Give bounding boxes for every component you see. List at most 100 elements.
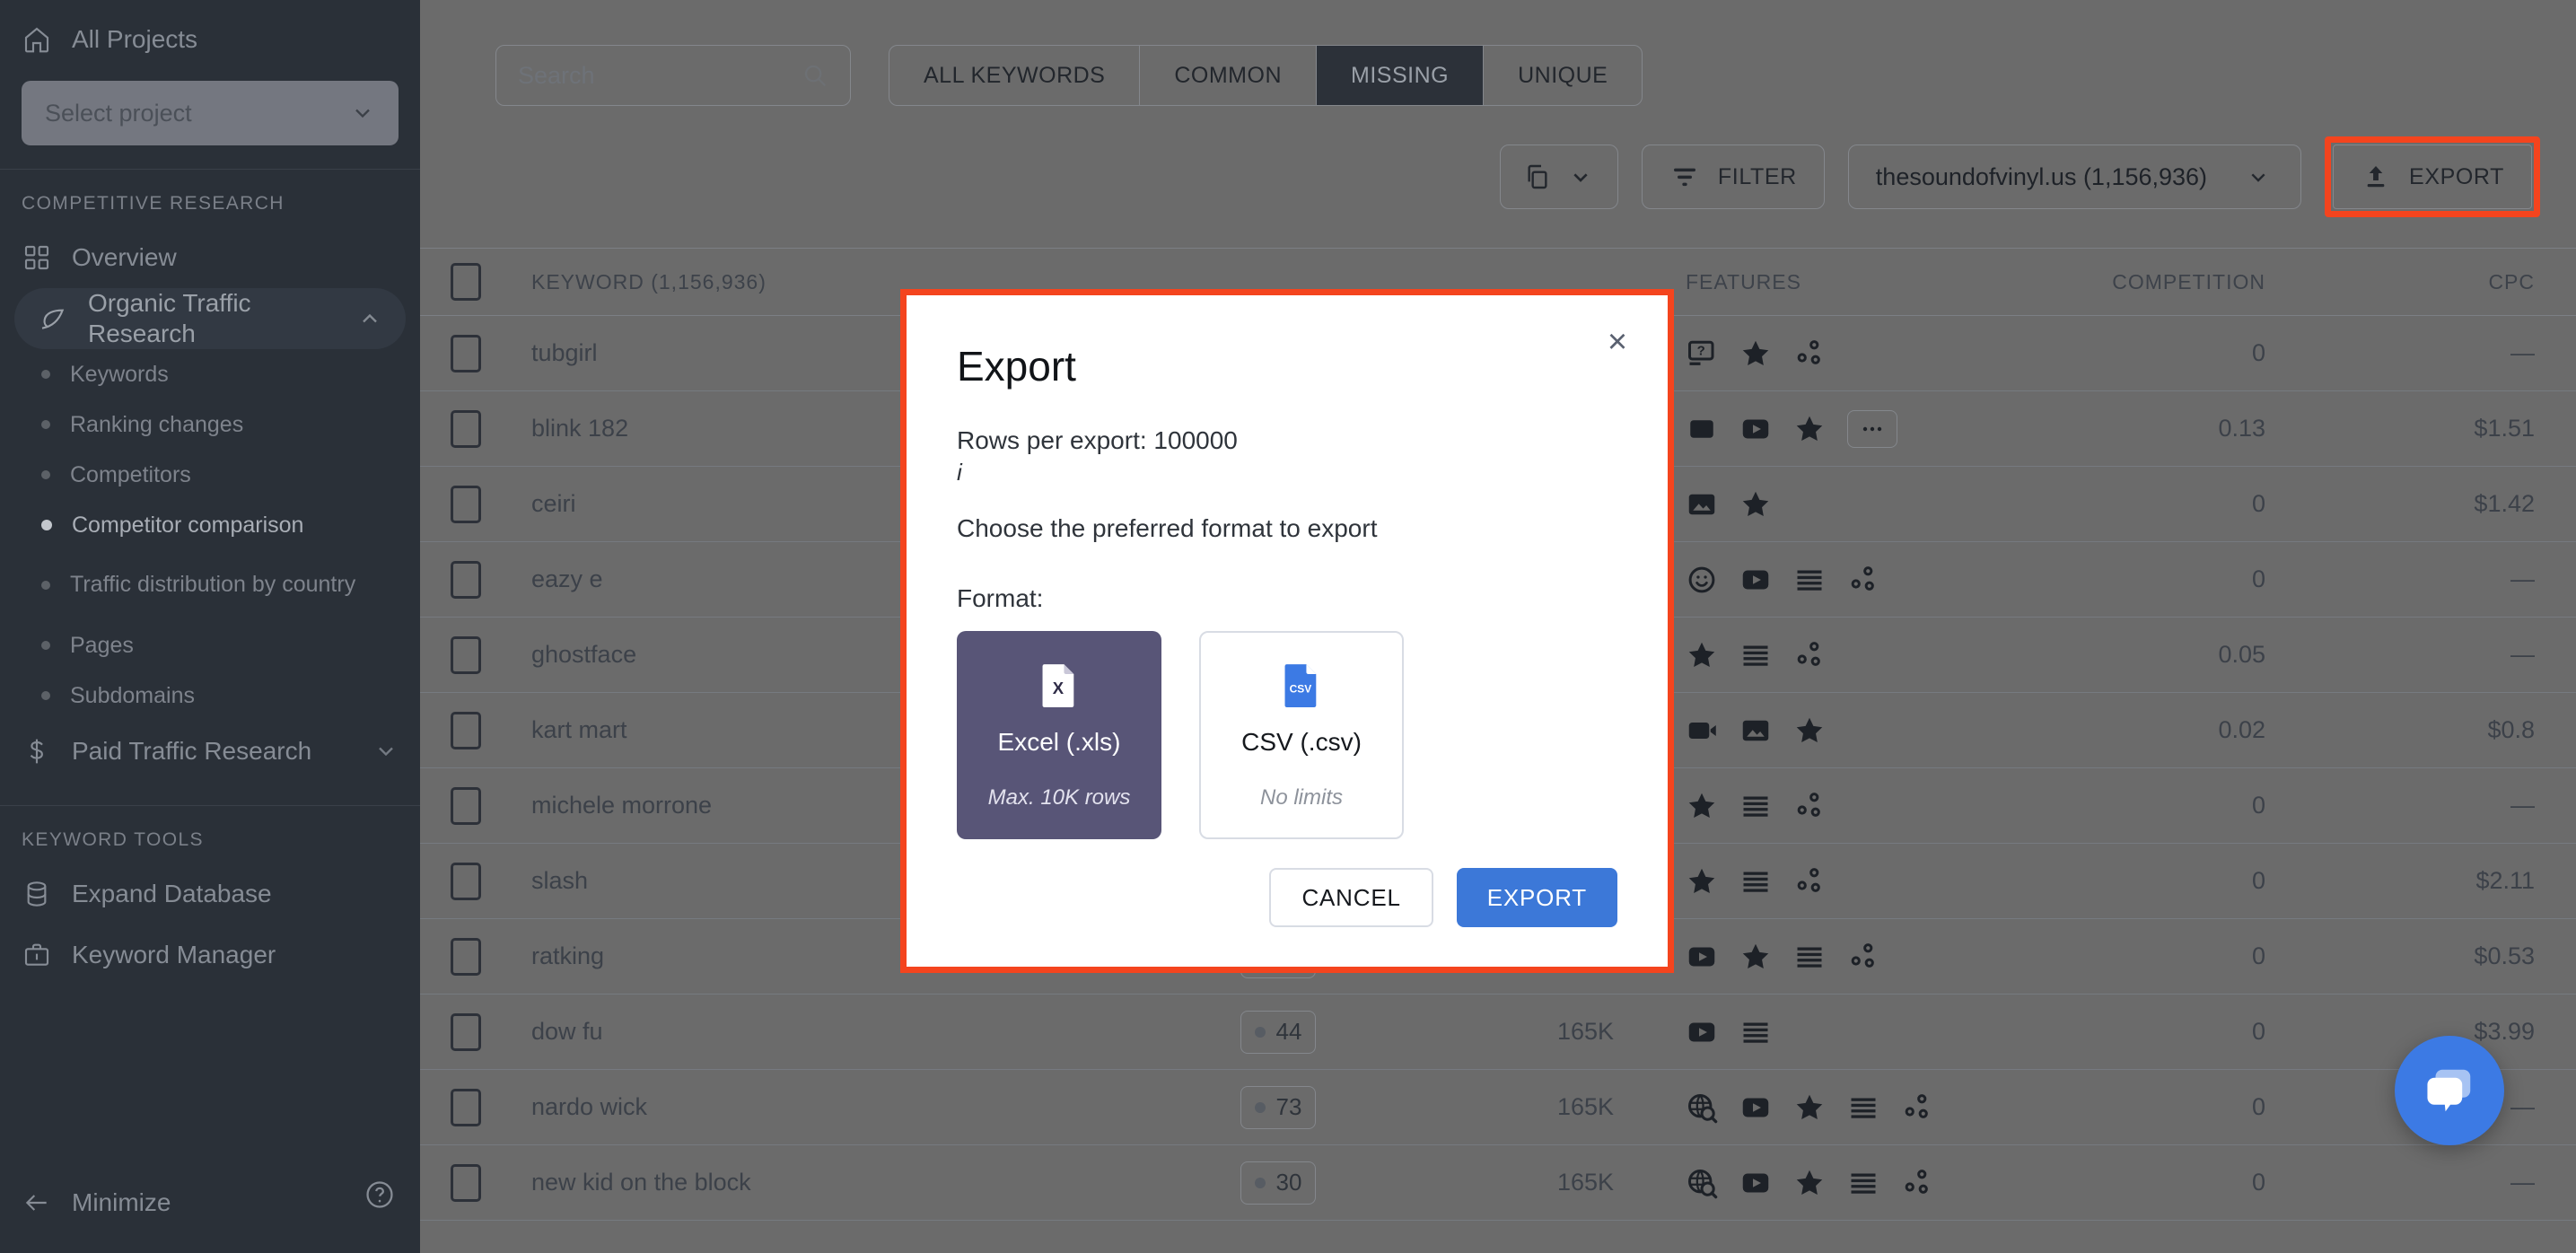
- cell-cpc: $1.42: [2474, 490, 2535, 517]
- row-checkbox[interactable]: [420, 560, 506, 599]
- cell-competition: 0.13: [2218, 415, 2265, 442]
- cancel-button[interactable]: CANCEL: [1269, 868, 1433, 927]
- cell-competition: 0: [2251, 1169, 2265, 1196]
- youtube-icon: [1688, 947, 1715, 966]
- format-card-excel[interactable]: X Excel (.xls) Max. 10K rows: [957, 630, 1161, 839]
- row-checkbox[interactable]: [420, 786, 506, 825]
- position-dot-icon: [1254, 1101, 1266, 1113]
- list-icon: [1797, 947, 1822, 968]
- sidebar-item-traffic-distribution-by-country[interactable]: Traffic distribution by country: [0, 550, 420, 620]
- app-root: All Projects Select project COMPETITIVE …: [0, 0, 2576, 1253]
- info-icon[interactable]: i: [957, 458, 1617, 487]
- sidebar-item-paid-traffic-research[interactable]: Paid Traffic Research: [0, 721, 420, 782]
- row-checkbox[interactable]: [420, 937, 506, 976]
- bullet-icon: [41, 581, 50, 590]
- table-row[interactable]: dow fu 44 165K 0 $3.99: [420, 995, 2576, 1070]
- paid-traffic-research-label: Paid Traffic Research: [72, 736, 312, 765]
- filter-button[interactable]: FILTER: [1641, 145, 1825, 209]
- star-icon: [1688, 793, 1715, 818]
- cell-keyword[interactable]: new kid on the block: [506, 1169, 1063, 1196]
- select-all-checkbox[interactable]: [420, 263, 506, 301]
- web-search-icon: [1688, 1169, 1718, 1198]
- modal-export-button[interactable]: EXPORT: [1456, 868, 1617, 927]
- cell-volume: 165K: [1556, 1169, 1614, 1196]
- format-cards: X Excel (.xls) Max. 10K rows CSV CSV (.c…: [957, 630, 1617, 839]
- cell-position: 73: [1063, 1085, 1332, 1129]
- rows-per-export-text: Rows per export: 100000 i: [957, 425, 1617, 487]
- cell-cpc: —: [2510, 339, 2535, 366]
- column-header-cpc[interactable]: CPC: [2307, 270, 2576, 294]
- cell-competition: 0: [2251, 867, 2265, 894]
- export-button[interactable]: EXPORT: [2333, 145, 2532, 209]
- row-checkbox[interactable]: [420, 485, 506, 523]
- star-icon: [1688, 642, 1715, 667]
- sidebar-subitem-label: Ranking changes: [70, 411, 244, 437]
- cell-cpc: —: [2510, 641, 2535, 668]
- related-icon: [1905, 1093, 1928, 1118]
- upload-icon: [2361, 162, 2391, 192]
- position-dot-icon: [1254, 1026, 1266, 1038]
- tab-common[interactable]: COMMON: [1140, 46, 1318, 105]
- row-checkbox[interactable]: [420, 711, 506, 749]
- sidebar-item-all-projects[interactable]: All Projects: [0, 9, 420, 70]
- star-icon: [1688, 868, 1715, 893]
- chat-widget-button[interactable]: [2395, 1036, 2504, 1145]
- cell-competition: 0: [2251, 339, 2265, 366]
- sidebar-item-competitors[interactable]: Competitors: [0, 450, 420, 500]
- star-icon: [1796, 1094, 1823, 1119]
- sidebar-item-keyword-manager[interactable]: Keyword Manager: [0, 924, 420, 986]
- sidebar-subitem-label: Competitor comparison: [72, 512, 304, 538]
- cell-features: [1655, 941, 2011, 973]
- row-checkbox[interactable]: [420, 334, 506, 372]
- sidebar-section-keyword-tools: KEYWORD TOOLS: [22, 829, 204, 850]
- more-icon[interactable]: [1847, 409, 1897, 448]
- related-icon: [1797, 641, 1820, 666]
- sidebar-item-subdomains[interactable]: Subdomains: [0, 670, 420, 721]
- sidebar-item-competitor-comparison[interactable]: Competitor comparison: [0, 500, 420, 550]
- tab-missing[interactable]: MISSING: [1317, 46, 1485, 105]
- search-input[interactable]: Search: [495, 45, 851, 106]
- cell-cpc: $1.51: [2474, 415, 2535, 442]
- rows-per-export-value: Rows per export: 100000: [957, 426, 1238, 454]
- format-card-csv[interactable]: CSV CSV (.csv) No limits: [1199, 630, 1404, 839]
- sidebar-item-expand-database[interactable]: Expand Database: [0, 863, 420, 924]
- sidebar-item-ranking-changes[interactable]: Ranking changes: [0, 399, 420, 450]
- cell-features: [1655, 865, 2011, 898]
- sidebar-subitem-label: Pages: [70, 632, 134, 658]
- row-checkbox[interactable]: [420, 1012, 506, 1051]
- close-icon[interactable]: ×: [1599, 324, 1635, 360]
- related-icon: [1797, 792, 1820, 817]
- sidebar-section-competitive-research: COMPETITIVE RESEARCH: [22, 193, 285, 214]
- tab-all-keywords[interactable]: ALL KEYWORDS: [889, 46, 1141, 105]
- cell-keyword[interactable]: dow fu: [506, 1018, 1063, 1046]
- knowledge-panel-icon: ?: [1688, 340, 1714, 365]
- row-checkbox[interactable]: [420, 635, 506, 674]
- row-checkbox[interactable]: [420, 1163, 506, 1202]
- cell-features: [1655, 1091, 2011, 1124]
- tab-unique[interactable]: UNIQUE: [1484, 46, 1642, 105]
- help-icon[interactable]: [364, 1179, 395, 1210]
- cell-features: [1655, 714, 2011, 747]
- sidebar-item-pages[interactable]: Pages: [0, 620, 420, 670]
- row-checkbox[interactable]: [420, 409, 506, 448]
- sidebar-item-overview[interactable]: Overview: [0, 227, 420, 288]
- youtube-icon: [1688, 1022, 1715, 1041]
- column-header-competition[interactable]: COMPETITION: [2011, 270, 2307, 294]
- position-badge: 30: [1240, 1161, 1316, 1205]
- domain-selector[interactable]: thesoundofvinyl.us (1,156,936): [1847, 145, 2302, 209]
- table-row[interactable]: new kid on the block 30 165K 0 —: [420, 1145, 2576, 1221]
- sidebar-item-organic-traffic-research[interactable]: Organic Traffic Research: [14, 288, 406, 349]
- xls-file-icon: X: [1041, 660, 1077, 710]
- star-icon: [1742, 491, 1769, 516]
- column-settings-button[interactable]: [1499, 145, 1618, 209]
- cell-keyword[interactable]: nardo wick: [506, 1093, 1063, 1121]
- sidebar-item-keywords[interactable]: Keywords: [0, 349, 420, 399]
- cell-features: [1655, 1167, 2011, 1199]
- table-row[interactable]: nardo wick 73 165K 0—: [420, 1070, 2576, 1145]
- project-selector[interactable]: Select project: [22, 81, 399, 145]
- row-checkbox[interactable]: [420, 862, 506, 900]
- column-header-features[interactable]: FEATURES: [1655, 270, 2011, 294]
- row-checkbox[interactable]: [420, 1088, 506, 1126]
- bullet-icon: [41, 641, 50, 650]
- sidebar-item-minimize[interactable]: Minimize: [0, 1172, 420, 1233]
